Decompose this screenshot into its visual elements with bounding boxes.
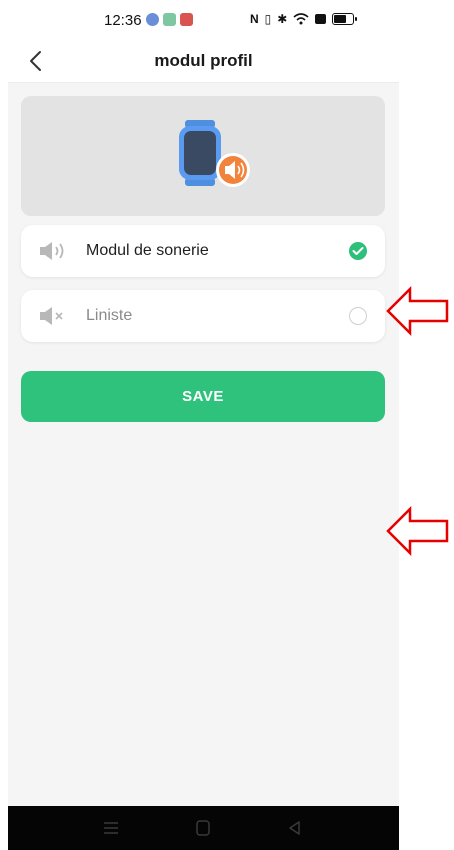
red-arrow-annotation-icon (386, 286, 449, 336)
wifi-icon (293, 13, 309, 25)
option-label: Liniste (86, 307, 133, 324)
speaker-sound-icon (40, 242, 64, 260)
sim-icon (315, 14, 327, 24)
option-silent-mode[interactable]: Liniste (21, 290, 385, 342)
speaker-mute-icon (40, 307, 63, 325)
selected-check-icon (349, 242, 367, 260)
radio-unselected-icon (349, 307, 367, 325)
save-button[interactable]: SAVE (21, 371, 385, 422)
status-system-icons: N ▯ ✱ (250, 12, 358, 26)
phone-screen: 12:36 N ▯ ✱ modul profil Modul de soneri… (8, 0, 399, 850)
home-icon[interactable] (193, 819, 213, 837)
status-time: 12:36 (104, 12, 142, 29)
app-notification-icon (180, 13, 193, 26)
device-card (21, 96, 385, 216)
watch-with-speaker-icon (179, 120, 250, 187)
system-nav-bar (8, 806, 399, 850)
app-notification-icon (146, 13, 159, 26)
vibrate-icon: ▯ (264, 12, 272, 26)
app-header: modul profil (8, 40, 399, 83)
page-title: modul profil (154, 51, 253, 70)
menu-icon[interactable] (101, 819, 121, 837)
option-label: Modul de sonerie (86, 242, 209, 259)
app-notification-icon (163, 13, 176, 26)
option-ring-mode[interactable]: Modul de sonerie (21, 225, 385, 277)
bluetooth-icon: ✱ (277, 12, 288, 26)
back-triangle-icon[interactable] (285, 819, 305, 837)
nfc-icon: N (250, 12, 259, 26)
status-app-icons (146, 13, 193, 26)
status-bar: 12:36 N ▯ ✱ (8, 0, 399, 40)
battery-icon (332, 13, 358, 25)
red-arrow-annotation-icon (386, 506, 449, 556)
